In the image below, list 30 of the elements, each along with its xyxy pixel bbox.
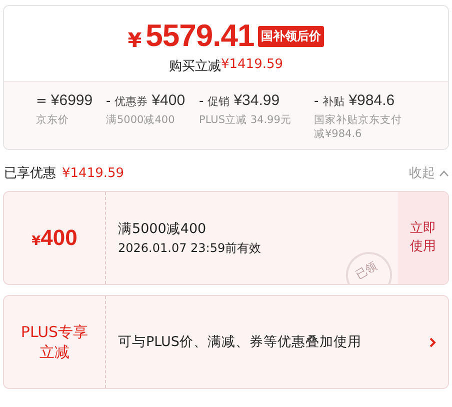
breakdown-amount: ¥6999 [50, 92, 93, 109]
operator: - [106, 94, 111, 109]
price-tag: 国补领后价 [258, 26, 324, 46]
breakdown-note: 京东价 [36, 114, 70, 128]
breakdown-note: 国家补贴京东支付减¥984.6 [314, 114, 403, 142]
coupon-title: 满5000减400 [118, 220, 208, 238]
breakdown-label: 促销 [208, 94, 230, 109]
collapse-toggle[interactable]: 收起 [409, 164, 449, 182]
breakdown-amount: ¥984.6 [348, 92, 395, 109]
breakdown-amount: ¥34.99 [234, 92, 280, 109]
validity-text: 2026.01.07 23:59前有效 [118, 240, 262, 257]
breakdown-label: 补贴 [322, 94, 345, 109]
breakdown-label: 优惠券 [114, 94, 148, 109]
saving-amount: ¥1419.59 [220, 57, 284, 74]
currency-symbol: ¥ [128, 28, 142, 52]
operator: - [314, 94, 319, 109]
saving-label: 购买立减 [168, 58, 221, 75]
offer-description: 可与PLUS价、满减、券等优惠叠加使用 [118, 333, 362, 352]
breakdown-amount: ¥400 [152, 92, 186, 109]
chevron-right-icon[interactable] [429, 336, 436, 348]
breakdown-note: 满5000减400 [106, 114, 176, 128]
discount-amount: ¥1419.59 [62, 166, 124, 181]
use-now-button[interactable]: 立即使用 [398, 192, 448, 284]
final-price: 5579.41 [146, 18, 254, 54]
offer-name: PLUS专享立减 [20, 322, 90, 363]
coupon-value: ¥400 [32, 225, 78, 252]
breakdown-note: PLUS立减 34.99元 [199, 114, 292, 128]
discount-label: 已享优惠 [4, 165, 56, 182]
operator: - [199, 94, 204, 109]
operator: = [36, 94, 47, 109]
